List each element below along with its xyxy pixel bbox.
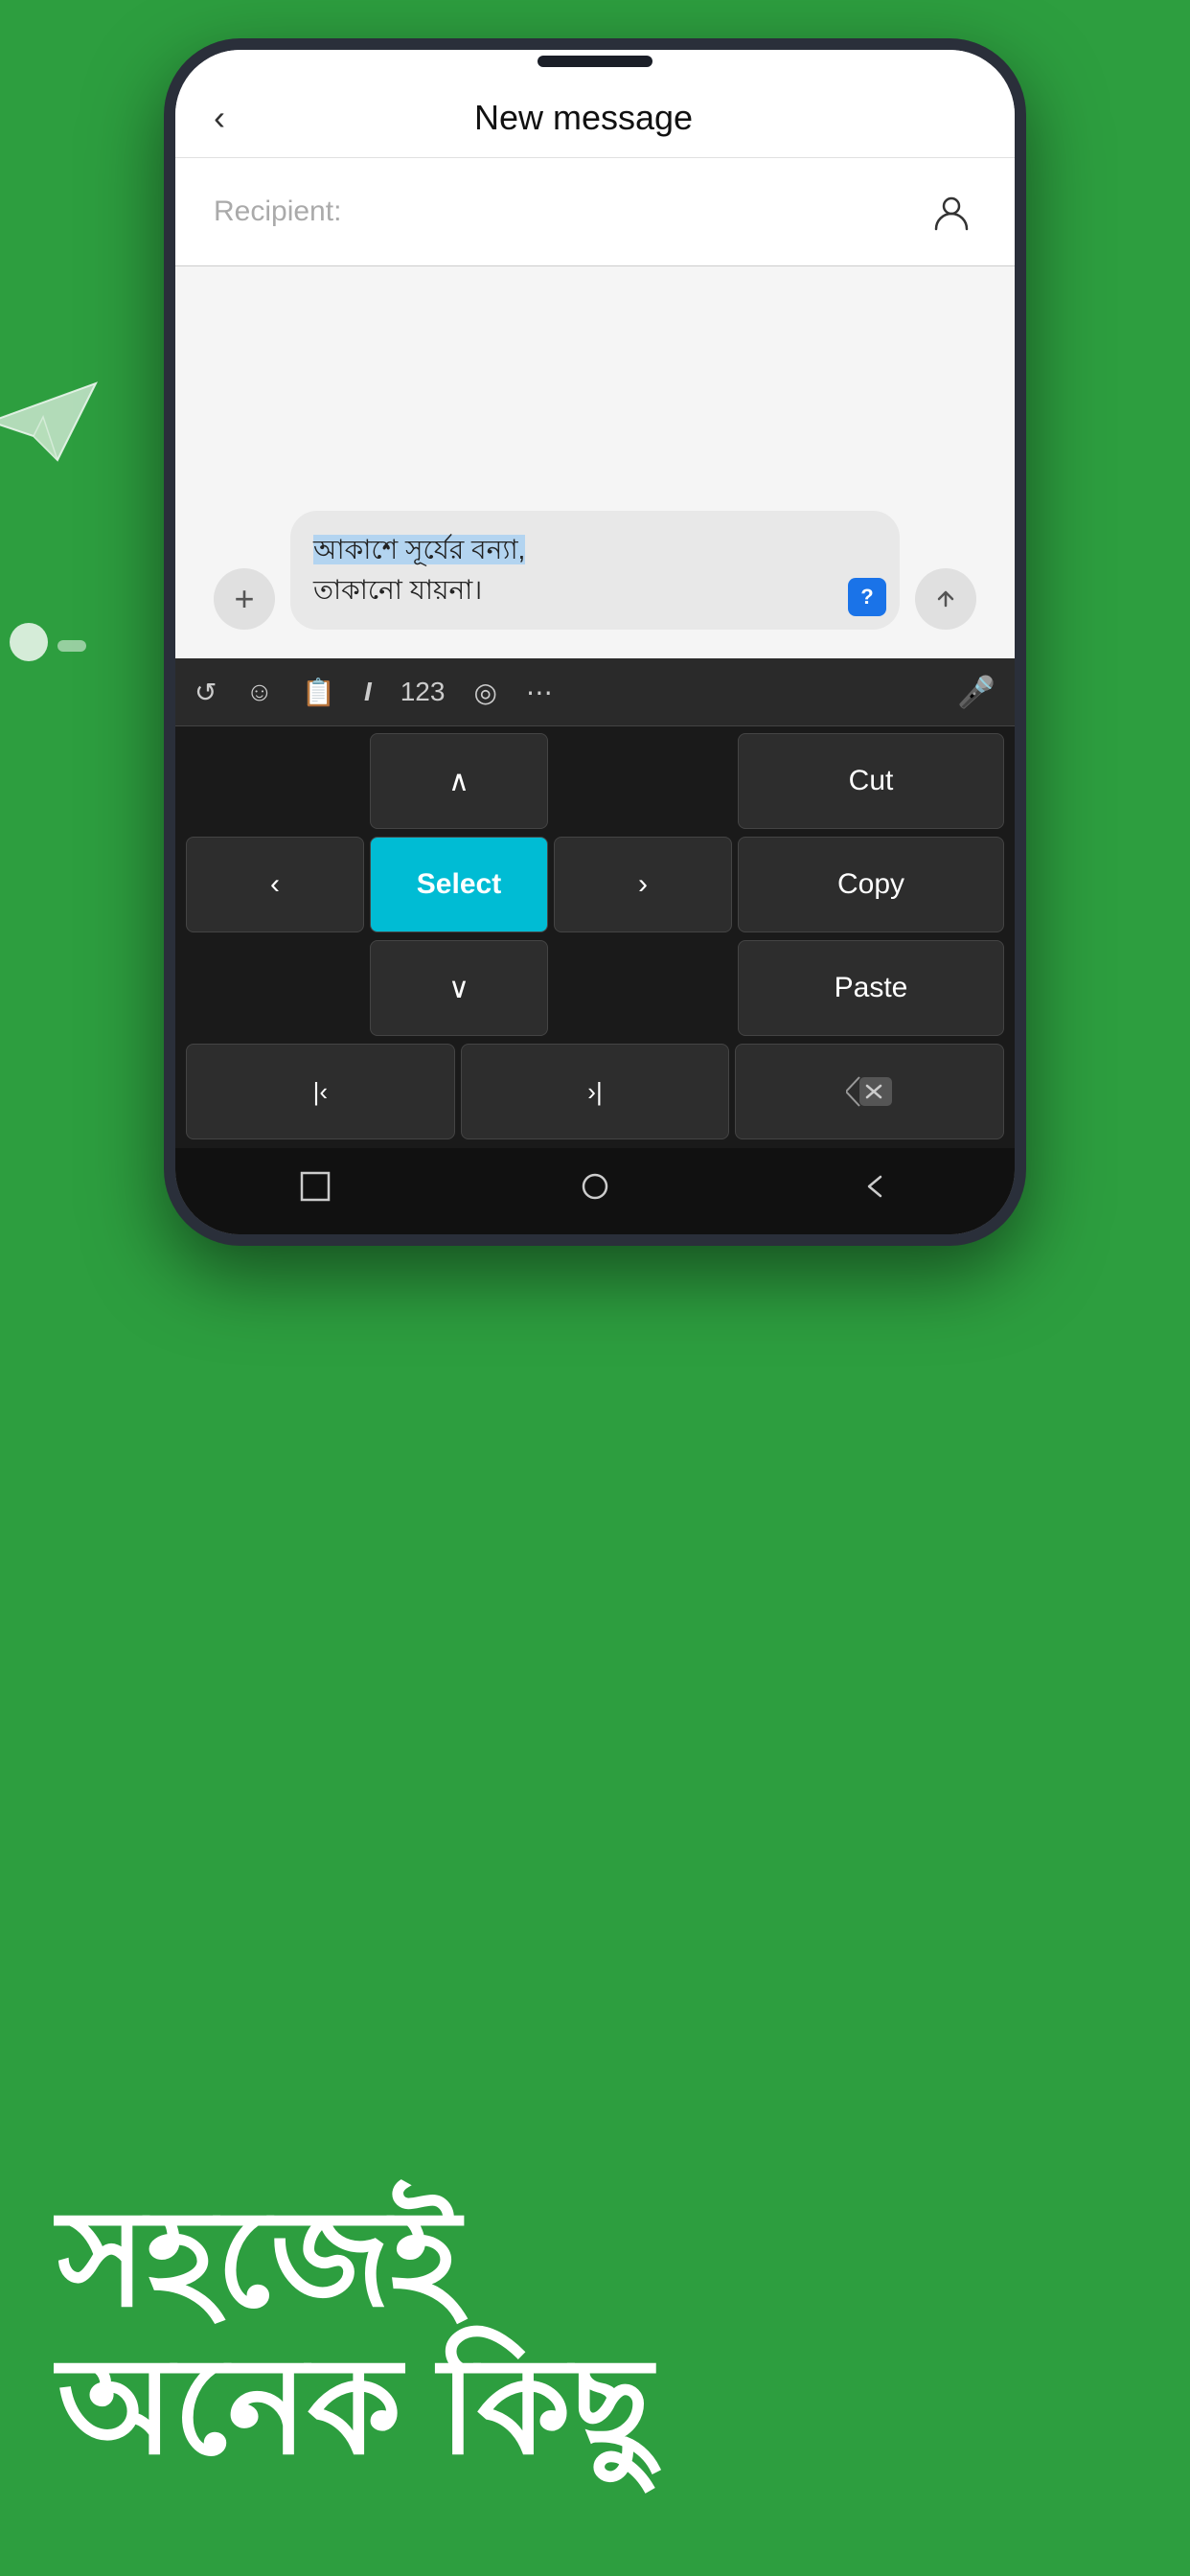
cut-button[interactable]: Cut	[738, 733, 1004, 829]
paste-button[interactable]: Paste	[738, 940, 1004, 1036]
select-button[interactable]: Select	[370, 837, 548, 932]
paper-plane-decoration	[0, 374, 105, 470]
nav-end-button[interactable]: ›|	[461, 1044, 730, 1139]
edit-icon[interactable]: I	[364, 677, 372, 707]
question-badge: ?	[848, 578, 886, 616]
message-body: + আকাশে সূর্যের বন্যা, তাকানো যায়না। ?	[175, 266, 1015, 658]
back-nav-button[interactable]	[846, 1167, 904, 1206]
keyboard-row-1: ∧ Cut	[183, 730, 1007, 832]
home-nav-button[interactable]	[566, 1167, 624, 1206]
message-row: + আকাশে সূর্যের বন্যা, তাকানো যায়না। ?	[214, 511, 976, 630]
undo-icon[interactable]: ↺	[195, 677, 217, 708]
theme-icon[interactable]: ◎	[473, 677, 496, 708]
circle-decoration	[10, 623, 48, 661]
message-bubble: আকাশে সূর্যের বন্যা, তাকানো যায়না। ?	[290, 511, 900, 630]
keyboard-row-2: ‹ Select › Copy	[183, 834, 1007, 935]
dots-decoration	[57, 640, 86, 652]
phone-notch	[538, 56, 652, 67]
copy-button[interactable]: Copy	[738, 837, 1004, 932]
more-icon[interactable]: ⋯	[526, 677, 553, 708]
square-nav-button[interactable]	[286, 1167, 344, 1206]
arrow-right-button[interactable]: ›	[554, 837, 732, 932]
emoji-icon[interactable]: ☺	[245, 677, 273, 707]
keyboard-row-3: ∨ Paste	[183, 937, 1007, 1039]
selected-text: আকাশে সূর্যের বন্যা,	[313, 535, 525, 564]
tagline-line1: সহজেই	[57, 2185, 1133, 2333]
phone-screen: ‹ New message Recipient: +	[175, 50, 1015, 1234]
attach-button[interactable]: +	[214, 568, 275, 630]
nav-start-button[interactable]: |‹	[186, 1044, 455, 1139]
tagline-line2: অনেক কিছু	[57, 2333, 1133, 2480]
clipboard-icon[interactable]: 📋	[302, 677, 335, 708]
back-button[interactable]: ‹	[214, 98, 225, 138]
phone-frame: ‹ New message Recipient: +	[164, 38, 1026, 1246]
phone-mockup: ‹ New message Recipient: +	[164, 38, 1026, 1246]
recipient-input[interactable]: Recipient:	[214, 196, 927, 228]
arrow-left-button[interactable]: ‹	[186, 837, 364, 932]
backspace-button[interactable]	[735, 1044, 1004, 1139]
message-text: আকাশে সূর্যের বন্যা, তাকানো যায়না।	[313, 530, 877, 610]
keyboard-toolbar: ↺ ☺ 📋 I 123 ◎ ⋯ 🎤	[175, 658, 1015, 726]
keyboard-keys: ∧ Cut ‹ Select › Copy ∨	[175, 726, 1015, 1148]
keyboard-row-4: |‹ ›|	[183, 1041, 1007, 1142]
contact-icon[interactable]	[927, 187, 976, 237]
mic-icon[interactable]: 🎤	[957, 674, 995, 710]
bottom-tagline: সহজেই অনেক কিছু	[57, 2185, 1133, 2480]
arrow-down-button[interactable]: ∨	[370, 940, 548, 1036]
numbers-icon[interactable]: 123	[400, 677, 446, 707]
nav-bar	[175, 1148, 1015, 1234]
send-button[interactable]	[915, 568, 976, 630]
arrow-up-button[interactable]: ∧	[370, 733, 548, 829]
recipient-row: Recipient:	[175, 158, 1015, 266]
message-text-part2: তাকানো যায়না।	[313, 575, 482, 605]
keyboard-area: ↺ ☺ 📋 I 123 ◎ ⋯ 🎤 ∧ Cut	[175, 658, 1015, 1234]
page-title: New message	[244, 98, 923, 138]
